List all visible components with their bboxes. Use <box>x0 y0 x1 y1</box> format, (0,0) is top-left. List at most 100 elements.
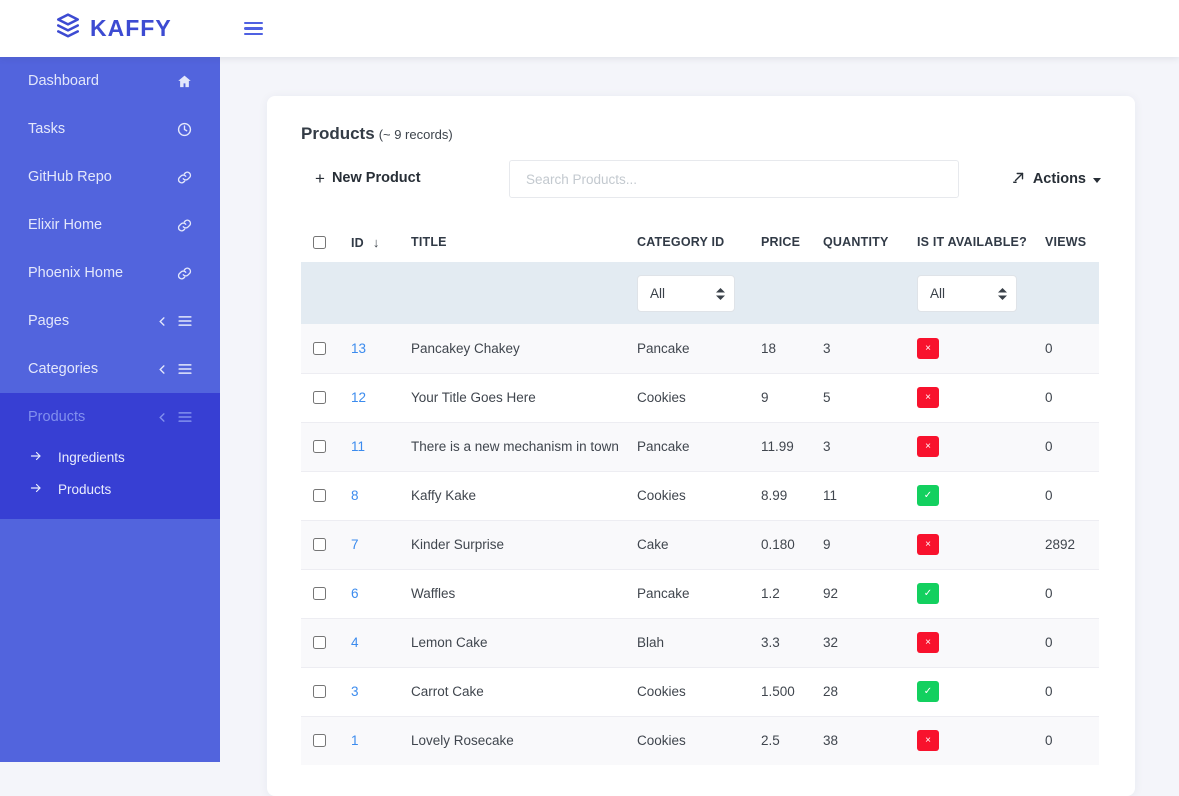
product-category: Cookies <box>637 373 761 422</box>
column-header-price[interactable]: PRICE <box>761 222 823 262</box>
sidebar-item-phoenix-home[interactable]: Phoenix Home <box>0 249 220 297</box>
table-row[interactable]: 8 Kaffy Kake Cookies 8.99 11 ✓ 0 <box>301 471 1099 520</box>
table-row[interactable]: 11 There is a new mechanism in town Panc… <box>301 422 1099 471</box>
row-checkbox[interactable] <box>313 489 326 502</box>
product-id-link[interactable]: 7 <box>351 537 359 552</box>
product-id-link[interactable]: 13 <box>351 341 366 356</box>
records-count: (~ 9 records) <box>379 127 453 142</box>
product-title: Your Title Goes Here <box>411 373 637 422</box>
sidebar-item-label: Pages <box>28 313 69 329</box>
column-header-id[interactable]: ID↓ <box>351 222 411 262</box>
row-checkbox[interactable] <box>313 636 326 649</box>
product-id-link[interactable]: 11 <box>351 439 365 454</box>
product-id-link[interactable]: 1 <box>351 733 359 748</box>
home-icon <box>177 74 192 89</box>
product-id-link[interactable]: 12 <box>351 390 366 405</box>
table-header-row: ID↓ TITLE CATEGORY ID PRICE QUANTITY IS … <box>301 222 1099 262</box>
row-checkbox[interactable] <box>313 685 326 698</box>
table-row[interactable]: 6 Waffles Pancake 1.2 92 ✓ 0 <box>301 569 1099 618</box>
product-title: Lovely Rosecake <box>411 716 637 765</box>
row-checkbox[interactable] <box>313 587 326 600</box>
sidebar: Dashboard Tasks GitHub Repo Elixir Home … <box>0 57 220 762</box>
table-row[interactable]: 13 Pancakey Chakey Pancake 18 3 × 0 <box>301 324 1099 373</box>
product-price: 0.180 <box>761 520 823 569</box>
link-icon <box>177 218 192 233</box>
product-price: 11.99 <box>761 422 823 471</box>
availability-badge: ✓ <box>917 583 939 604</box>
select-all-checkbox[interactable] <box>313 236 326 249</box>
availability-badge: ✓ <box>917 681 939 702</box>
product-category: Blah <box>637 618 761 667</box>
products-card: Products(~ 9 records) + New Product Acti… <box>267 96 1135 796</box>
list-icon <box>178 315 192 327</box>
page-title: Products(~ 9 records) <box>301 124 1101 144</box>
sidebar-subitem-label: Ingredients <box>58 450 125 465</box>
products-table: ID↓ TITLE CATEGORY ID PRICE QUANTITY IS … <box>301 222 1099 765</box>
product-views: 0 <box>1045 716 1099 765</box>
sidebar-item-label: GitHub Repo <box>28 169 112 185</box>
product-quantity: 11 <box>823 471 917 520</box>
new-product-button[interactable]: + New Product <box>315 170 421 187</box>
sidebar-item-label: Elixir Home <box>28 217 102 233</box>
list-icon <box>178 363 192 375</box>
product-title: Pancakey Chakey <box>411 324 637 373</box>
actions-dropdown-button[interactable]: Actions <box>1012 170 1101 188</box>
product-id-link[interactable]: 8 <box>351 488 359 503</box>
sidebar-item-label: Phoenix Home <box>28 265 123 281</box>
sidebar-subitem-ingredients[interactable]: Ingredients <box>0 441 220 473</box>
row-checkbox[interactable] <box>313 734 326 747</box>
availability-badge: × <box>917 534 939 555</box>
category-filter-select[interactable]: All <box>637 275 735 312</box>
top-navbar: KAFFY <box>0 0 1179 57</box>
sidebar-item-label: Categories <box>28 361 98 377</box>
table-row[interactable]: 7 Kinder Surprise Cake 0.180 9 × 2892 <box>301 520 1099 569</box>
table-row[interactable]: 3 Carrot Cake Cookies 1.500 28 ✓ 0 <box>301 667 1099 716</box>
product-views: 0 <box>1045 324 1099 373</box>
column-header-available[interactable]: IS IT AVAILABLE? <box>917 222 1045 262</box>
product-views: 0 <box>1045 373 1099 422</box>
toolbar: + New Product Actions <box>301 160 1101 198</box>
table-row[interactable]: 4 Lemon Cake Blah 3.3 32 × 0 <box>301 618 1099 667</box>
sidebar-toggle-button[interactable] <box>244 22 264 35</box>
column-header-views[interactable]: VIEWS <box>1045 222 1099 262</box>
row-checkbox[interactable] <box>313 440 326 453</box>
product-price: 2.5 <box>761 716 823 765</box>
product-id-link[interactable]: 3 <box>351 684 359 699</box>
sort-descending-icon: ↓ <box>373 235 380 250</box>
plus-icon: + <box>315 170 325 187</box>
column-header-quantity[interactable]: QUANTITY <box>823 222 917 262</box>
product-category: Cookies <box>637 667 761 716</box>
column-header-title[interactable]: TITLE <box>411 222 637 262</box>
sidebar-item-tasks[interactable]: Tasks <box>0 105 220 153</box>
caret-down-icon <box>1093 178 1101 183</box>
table-row[interactable]: 1 Lovely Rosecake Cookies 2.5 38 × 0 <box>301 716 1099 765</box>
column-header-category[interactable]: CATEGORY ID <box>637 222 761 262</box>
row-checkbox[interactable] <box>313 342 326 355</box>
table-body: 13 Pancakey Chakey Pancake 18 3 × 0 12 Y… <box>301 324 1099 765</box>
product-title: Carrot Cake <box>411 667 637 716</box>
product-id-link[interactable]: 4 <box>351 635 359 650</box>
brand-logo[interactable]: KAFFY <box>55 13 172 44</box>
product-quantity: 32 <box>823 618 917 667</box>
product-quantity: 38 <box>823 716 917 765</box>
sidebar-item-github-repo[interactable]: GitHub Repo <box>0 153 220 201</box>
sidebar-item-label: Tasks <box>28 121 65 137</box>
sidebar-item-categories[interactable]: Categories <box>0 345 220 393</box>
product-price: 1.2 <box>761 569 823 618</box>
search-input[interactable] <box>509 160 959 198</box>
sidebar-item-pages[interactable]: Pages <box>0 297 220 345</box>
row-checkbox[interactable] <box>313 391 326 404</box>
row-checkbox[interactable] <box>313 538 326 551</box>
availability-badge: × <box>917 387 939 408</box>
sidebar-item-products[interactable]: Products <box>0 393 220 441</box>
product-category: Cookies <box>637 471 761 520</box>
product-price: 18 <box>761 324 823 373</box>
sidebar-item-elixir-home[interactable]: Elixir Home <box>0 201 220 249</box>
arrow-up-right-icon <box>1012 170 1026 188</box>
table-row[interactable]: 12 Your Title Goes Here Cookies 9 5 × 0 <box>301 373 1099 422</box>
layers-icon <box>55 13 81 44</box>
available-filter-select[interactable]: All <box>917 275 1017 312</box>
product-id-link[interactable]: 6 <box>351 586 359 601</box>
sidebar-item-dashboard[interactable]: Dashboard <box>0 57 220 105</box>
sidebar-subitem-products[interactable]: Products <box>0 473 220 505</box>
